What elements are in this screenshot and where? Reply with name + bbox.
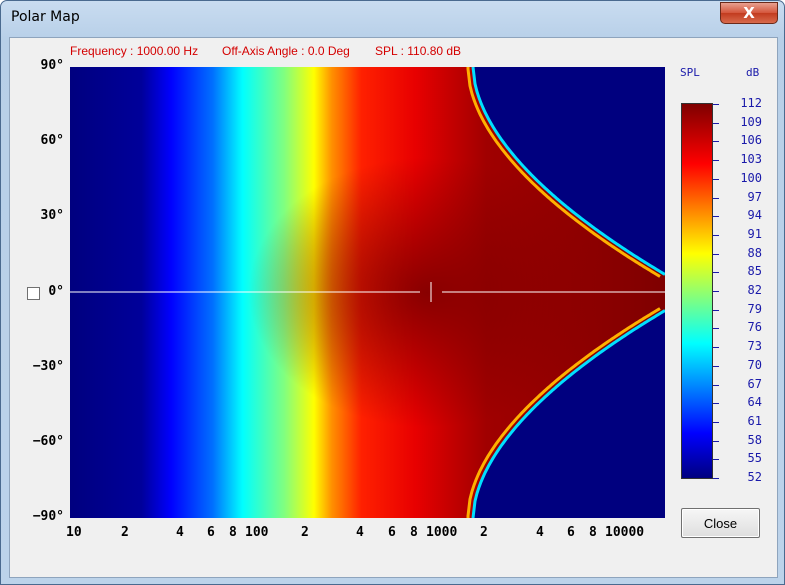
- x-tick-label: 1000: [426, 525, 458, 540]
- x-tick-label: 2: [121, 525, 129, 540]
- colorbar-tick: [713, 328, 719, 330]
- x-tick-label: 2: [480, 525, 488, 540]
- colorbar-label: 94: [747, 208, 762, 223]
- colorbar-tick: [713, 234, 719, 236]
- colorbar-label: 58: [747, 432, 762, 447]
- colorbar-label: 88: [747, 245, 762, 260]
- colorbar-label: 73: [747, 339, 762, 354]
- colorbar-tick: [713, 197, 719, 199]
- colorbar-label: 52: [747, 470, 762, 484]
- x-tick-label: 4: [176, 525, 184, 540]
- colorbar-tick: [713, 421, 719, 423]
- x-tick-label: 4: [356, 525, 364, 540]
- colorbar-label: 55: [747, 451, 762, 466]
- y-tick-label: −90°: [32, 509, 64, 524]
- y-tick-label: 60°: [40, 133, 64, 148]
- colorbar-label: 100: [740, 170, 762, 185]
- heatmap-svg: [70, 67, 665, 518]
- colorbar-tick: [713, 309, 719, 311]
- x-tick-label: 100: [245, 525, 269, 540]
- x-tick-label: 8: [589, 525, 597, 540]
- colorbar-label: 106: [740, 133, 762, 148]
- colorbar-tick: [713, 347, 719, 349]
- colorbar-tick: [713, 104, 719, 105]
- colorbar-tick: [713, 141, 719, 143]
- colorbar: [681, 103, 713, 479]
- polar-map-window: Polar Map X Frequency : 1000.00 Hz Off-A…: [0, 0, 785, 585]
- colorbar-tick: [713, 160, 719, 162]
- close-icon[interactable]: X: [720, 2, 778, 24]
- frequency-readout: Frequency : 1000.00 Hz: [70, 44, 199, 58]
- colorbar-label: 70: [747, 357, 762, 372]
- title-bar[interactable]: Polar Map X: [1, 1, 784, 37]
- colorbar-label: 85: [747, 264, 762, 279]
- colorbar-label: 112: [740, 96, 762, 110]
- colorbar-tick: [713, 253, 719, 255]
- x-tick-label: 4: [536, 525, 544, 540]
- colorbar-tick: [713, 272, 719, 274]
- colorbar-tick: [713, 384, 719, 386]
- colorbar-label: 61: [747, 413, 762, 428]
- colorbar-label: 82: [747, 283, 762, 297]
- x-tick-label: 10000: [605, 525, 645, 540]
- colorbar-label: 79: [747, 301, 762, 316]
- x-tick-label: 10: [66, 525, 82, 540]
- spl-readout: SPL : 110.80 dB: [375, 44, 462, 58]
- y-tick-label: −30°: [32, 359, 64, 374]
- x-tick-label: 6: [388, 525, 396, 540]
- x-tick-label: 8: [410, 525, 418, 540]
- polar-map-plot[interactable]: [70, 67, 665, 518]
- colorbar-header-left: SPL: [680, 66, 700, 79]
- colorbar-header-right: dB: [746, 66, 760, 79]
- colorbar-label: 67: [747, 376, 762, 391]
- y-tick-label: −60°: [32, 434, 64, 449]
- colorbar-label: 76: [747, 320, 762, 335]
- dialog-client-area: Frequency : 1000.00 Hz Off-Axis Angle : …: [9, 37, 778, 578]
- colorbar-tick: [713, 459, 719, 461]
- zero-degree-checkbox[interactable]: [27, 287, 40, 300]
- x-tick-label: 6: [207, 525, 215, 540]
- colorbar-label: 103: [740, 152, 762, 167]
- colorbar-label: 109: [740, 114, 762, 129]
- colorbar-tick: [713, 365, 719, 367]
- colorbar-tick: [713, 216, 719, 218]
- close-button[interactable]: Close: [681, 508, 760, 538]
- colorbar-tick: [713, 122, 719, 124]
- window-title: Polar Map: [11, 9, 80, 25]
- x-tick-label: 8: [229, 525, 237, 540]
- angle-readout: Off-Axis Angle : 0.0 Deg: [222, 44, 350, 58]
- x-tick-label: 2: [301, 525, 309, 540]
- colorbar-tick: [713, 403, 719, 405]
- colorbar-tick: [713, 178, 719, 180]
- colorbar-tick: [713, 440, 719, 442]
- colorbar-tick: [713, 478, 719, 479]
- colorbar-label: 97: [747, 189, 762, 204]
- x-tick-label: 6: [567, 525, 575, 540]
- y-tick-label: 30°: [40, 208, 64, 223]
- colorbar-tick: [713, 291, 719, 292]
- y-tick-label: 90°: [40, 58, 64, 73]
- colorbar-label: 91: [747, 226, 762, 241]
- colorbar-label: 64: [747, 395, 762, 410]
